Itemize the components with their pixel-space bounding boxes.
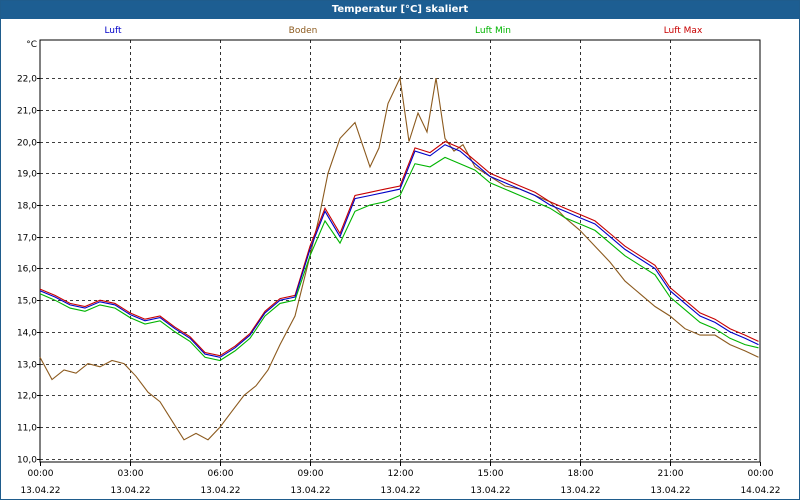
y-tick-label: 16,0 (17, 265, 37, 275)
y-axis-label: °C (26, 40, 37, 50)
y-tick-label: 10,0 (17, 456, 37, 466)
x-tick-date-label: 14.04.22 (740, 486, 780, 496)
legend-entry: Luft Max (664, 26, 703, 36)
x-tick-time-label: 21:00 (658, 469, 684, 479)
x-tick-time-label: 03:00 (118, 469, 144, 479)
x-tick-date-label: 13.04.22 (200, 486, 240, 496)
x-tick-date-label: 13.04.22 (650, 486, 690, 496)
y-tick-label: 13,0 (17, 361, 37, 371)
legend-entry: Boden (289, 26, 318, 36)
legend-entry: Luft (104, 26, 122, 36)
x-tick-date-label: 13.04.22 (560, 486, 600, 496)
x-tick-date-label: 13.04.22 (380, 486, 420, 496)
legend-entry: Luft Min (475, 26, 511, 36)
x-tick-time-label: 18:00 (568, 469, 594, 479)
y-tick-label: 12,0 (17, 392, 37, 402)
x-tick-date-label: 13.04.22 (470, 486, 510, 496)
y-tick-label: 14,0 (17, 329, 37, 339)
y-tick-label: 22,0 (17, 75, 37, 85)
y-tick-label: 15,0 (17, 297, 37, 307)
y-tick-label: 18,0 (17, 202, 37, 212)
x-tick-time-label: 09:00 (298, 469, 324, 479)
y-tick-label: 11,0 (17, 424, 37, 434)
y-tick-label: 19,0 (17, 170, 37, 180)
x-tick-date-label: 13.04.22 (110, 486, 150, 496)
plot-area (39, 39, 761, 463)
y-tick-label: 17,0 (17, 234, 37, 244)
x-tick-time-label: 15:00 (478, 469, 504, 479)
x-tick-date-label: 13.04.22 (290, 486, 330, 496)
y-tick-label: 21,0 (17, 107, 37, 117)
x-tick-time-label: 12:00 (388, 469, 414, 479)
x-tick-time-label: 00:00 (748, 469, 774, 479)
x-tick-time-label: 00:00 (28, 469, 54, 479)
x-tick-date-label: 13.04.22 (20, 486, 60, 496)
y-tick-label: 20,0 (17, 139, 37, 149)
x-tick-time-label: 06:00 (208, 469, 234, 479)
temperature-chart: 10,0 11,0 12,0 13,0 14,0 15,0 16,0 17,0 18,0 19,0… (17, 26, 781, 496)
